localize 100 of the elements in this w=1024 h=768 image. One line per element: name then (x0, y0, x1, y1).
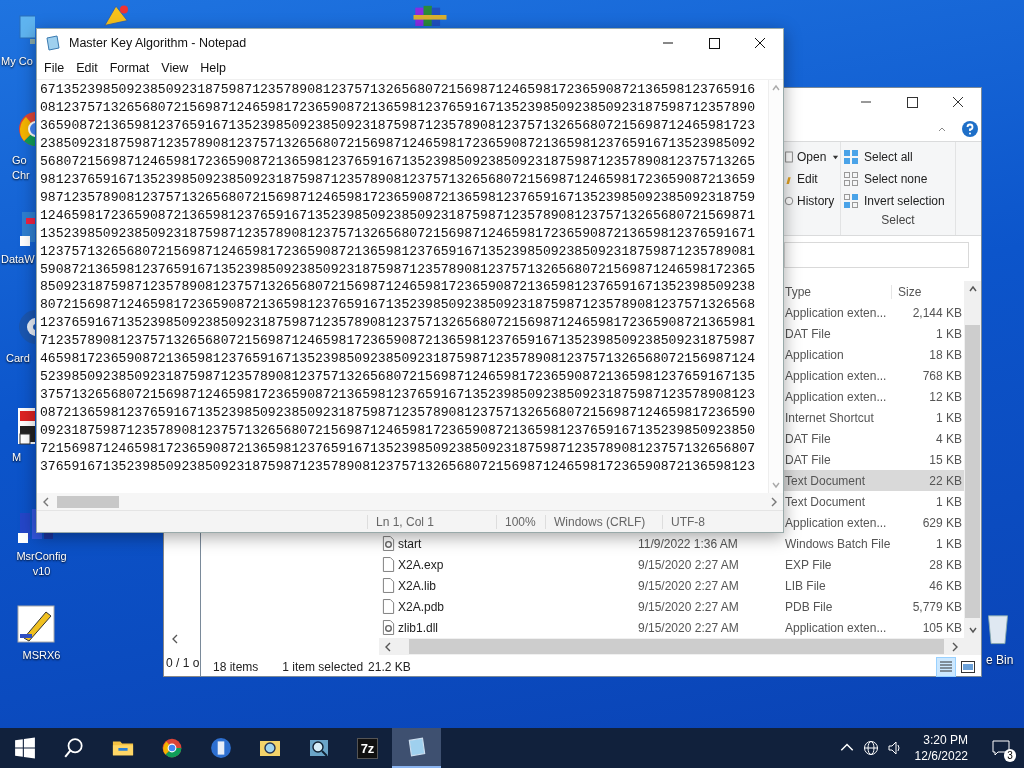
gear-file-icon (382, 536, 395, 551)
menu-item[interactable]: View (156, 61, 196, 75)
text-line: 1237571326568072156987124659817236590872136598123765916713523985092385092318759871235789081 (40, 242, 757, 261)
file-row[interactable]: Text Document 22 KB (783, 470, 964, 491)
gear-file-icon (382, 620, 395, 635)
file-type: PDB File (784, 599, 834, 614)
text-line: 0923187598712357890812375713265680721569871246598172365908721365981237659167135239850923850 (40, 422, 757, 441)
scroll-right-icon[interactable] (769, 496, 779, 507)
desktop-icon-label: Card (5, 351, 30, 366)
scroll-down-icon[interactable] (967, 625, 978, 635)
desktop-icon-label: M (11, 450, 22, 465)
file-size: 46 KB (928, 578, 963, 593)
notification-count: 3 (1004, 749, 1016, 762)
text-line: 1352398509238509231875987123578908123757132656807215698712465981723659087213659812376591671 (40, 224, 757, 243)
file-row[interactable]: Internet Shortcut 1 KB (783, 407, 964, 428)
file-row[interactable]: X2A.exp 9/15/2020 2:27 AM EXP File 28 KB (379, 554, 964, 575)
scrollbar-thumb[interactable] (965, 325, 980, 618)
file-row[interactable]: start 11/9/2022 1:36 AM Windows Batch File 1 KB (379, 533, 964, 554)
open-button[interactable]: Open (782, 147, 842, 167)
windows-logo-icon (13, 737, 36, 759)
scroll-up-icon[interactable] (967, 284, 978, 294)
status-text: 0 / 1 o (166, 656, 200, 670)
file-size: 1 KB (935, 536, 963, 551)
volume-icon[interactable] (886, 740, 903, 756)
file-type: Windows Batch File (784, 536, 891, 551)
menu-item[interactable]: Edit (71, 61, 105, 75)
text-line: 9812376591671352398509238509231875987123578908123757132656807215698712465981723659087213659 (40, 170, 757, 189)
file-type: DAT File (784, 452, 832, 467)
file-row[interactable]: DAT File 1 KB (783, 323, 964, 344)
desktop-icon-label: My Co (0, 54, 33, 69)
pencil-icon[interactable] (16, 604, 56, 644)
clock[interactable]: 3:20 PM 12/6/2022 (906, 728, 978, 768)
file-size: 22 KB (928, 473, 963, 488)
text-line: 5908721365981237659167135239850923850923187598712357890812375713265680721569871246598172365 (40, 260, 757, 279)
select-all-button[interactable]: Select all (841, 147, 915, 167)
menu-item[interactable]: File (39, 61, 72, 75)
scroll-right-icon[interactable] (950, 641, 960, 652)
scroll-left-icon[interactable] (170, 634, 180, 644)
search-field[interactable] (784, 242, 969, 268)
file-row[interactable]: zlib1.dll 9/15/2020 2:27 AM Application exten... 105 KB (379, 617, 964, 638)
text-line: 2385092318759871235789081237571326568072156987124659817236590872136598123765916713523985092 (40, 134, 757, 153)
file-row[interactable]: DAT File 15 KB (783, 449, 964, 470)
file-date: 9/15/2020 2:27 AM (638, 578, 740, 593)
file-size: 629 KB (921, 515, 963, 530)
file-type: LIB File (784, 578, 827, 593)
desktop-icon-label: e Bin (986, 653, 1014, 667)
file-size: 12 KB (928, 389, 963, 404)
text-line: 3659087213659812376591671352398509238509231875987123578908123757132656807215698712465981723 (40, 116, 757, 135)
scrollbar-thumb[interactable] (409, 639, 944, 654)
group-label: Select (880, 213, 916, 229)
file-date: 11/9/2022 1:36 AM (638, 536, 739, 551)
grid-icon (843, 193, 859, 209)
file-row[interactable]: DAT File 4 KB (783, 428, 964, 449)
scrollbar[interactable] (964, 281, 981, 638)
history-button[interactable]: History (782, 191, 837, 211)
text-line: 6713523985092385092318759871235789081237571326568072156987124659817236590872136598123765916 (40, 81, 757, 99)
magnifier-icon (307, 737, 330, 759)
file-row[interactable]: X2A.lib 9/15/2020 2:27 AM LIB File 46 KB (379, 575, 964, 596)
notepad-app-button[interactable] (392, 728, 441, 768)
file-size: 1 KB (935, 326, 963, 341)
file-row[interactable]: Application exten... 2,144 KB (783, 302, 964, 323)
window-title: Master Key Algorithm - Notepad (69, 36, 247, 50)
app-icon[interactable] (16, 406, 35, 446)
scroll-left-icon[interactable] (41, 496, 51, 507)
globe-icon[interactable] (862, 740, 879, 756)
scrollbar-thumb[interactable] (57, 495, 119, 508)
notepad-icon (45, 35, 61, 51)
grid-icon (843, 149, 859, 165)
file-row[interactable]: Application 18 KB (783, 344, 964, 365)
file-row[interactable]: Application exten... 629 KB (783, 512, 964, 533)
scrollbar[interactable] (379, 638, 964, 655)
desktop-icon-label: MsrConfig v10 (15, 549, 67, 579)
select-none-button[interactable]: Select none (841, 169, 930, 189)
file-row[interactable]: Application exten... 12 KB (783, 386, 964, 407)
select-invert-button[interactable]: Invert selection (841, 191, 947, 211)
file-size: 5,779 KB (911, 599, 963, 614)
scroll-left-icon[interactable] (383, 641, 393, 652)
menu-item[interactable]: Format (104, 61, 157, 75)
help-icon[interactable] (961, 119, 979, 138)
desktop-icon-label: MSRX6 (21, 648, 61, 663)
edit-button[interactable]: Edit (782, 169, 820, 189)
search-icon (62, 737, 85, 759)
file-name: X2A.exp (398, 557, 445, 572)
file-type: Application exten... (784, 305, 888, 320)
file-type: Text Document (784, 473, 867, 488)
file-type: Application exten... (784, 368, 888, 383)
file-row[interactable]: Text Document 1 KB (783, 491, 964, 512)
file-row[interactable]: X2A.pdb 9/15/2020 2:27 AM PDB File 5,779 KB (379, 596, 964, 617)
text-line: 4659817236590872136598123765916713523985092385092318759871235789081237571326568072156987124 (40, 350, 757, 369)
archive-app-button[interactable]: 7z (343, 728, 392, 768)
file-size: 2,144 KB (911, 305, 963, 320)
file-size: 15 KB (928, 452, 963, 467)
file-name: X2A.pdb (398, 599, 446, 614)
text-line: 0812375713265680721569871246598172365908721365981237659167135239850923850923187598712357890 (40, 98, 757, 117)
menu-item[interactable]: Help (195, 61, 233, 75)
file-row[interactable]: Application exten... 768 KB (783, 365, 964, 386)
scrollbar[interactable] (37, 493, 783, 510)
file-name: X2A.lib (398, 578, 438, 593)
column-header[interactable]: Type (783, 284, 891, 299)
file-type: Text Document (784, 494, 867, 509)
